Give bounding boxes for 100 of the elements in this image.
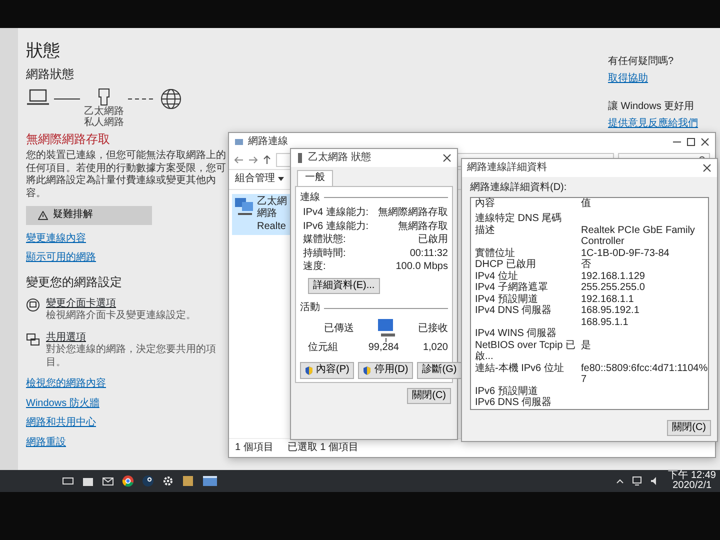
field-value: 無網路存取 [398, 220, 448, 233]
property-cell-text: IPv4 DNS 伺服器 [474, 305, 553, 316]
dialog-button[interactable]: 診斷(G) [417, 362, 462, 378]
property-cell-text: 實體位址 [474, 248, 516, 259]
settings-link[interactable]: 顯示可用的網路 [26, 252, 230, 265]
close-button[interactable]: 關閉(C) [407, 388, 451, 404]
bytes-label: 位元組 [308, 342, 338, 354]
section-title: 網路狀態 [26, 67, 75, 82]
item-label: 乙太網 [257, 196, 287, 208]
back-icon[interactable] [234, 155, 244, 165]
settings-link[interactable]: 網路和共用中心 [26, 417, 230, 430]
details-button[interactable]: 詳細資料(E)... [308, 278, 380, 294]
network-profile-label: 私人網路 [84, 117, 124, 128]
property-cell-text: IPv4 WINS 伺服器 [474, 328, 558, 340]
clock-time[interactable]: 下午 12:49 [668, 471, 716, 481]
network-folder-icon [234, 137, 244, 147]
property-cell-text: DHCP 已啟用 [474, 259, 537, 270]
close-icon[interactable] [702, 163, 712, 173]
settings-link[interactable]: 變更連線內容 [26, 232, 230, 246]
received-label: 已接收 [418, 323, 448, 336]
value-cell-text: 192.168.1.129 [581, 270, 646, 282]
organize-menu[interactable]: 組合管理 [235, 173, 284, 186]
adapter-label: 乙太網路 [84, 106, 124, 118]
dialog-title: 乙太網路 狀態 [308, 152, 372, 164]
option-description: 檢視網路介面卡及變更連線設定。 [46, 310, 196, 323]
tray-caret-icon[interactable] [616, 478, 624, 484]
item-label: 網路 [257, 208, 278, 220]
network-icon[interactable] [632, 476, 642, 486]
property-cell-text: IPv4 位址 [474, 270, 519, 282]
item-label: Realte [257, 220, 287, 233]
property-cell-text: 連結-本機 IPv6 位址 [474, 362, 565, 376]
status-text: 1 個項目 [235, 442, 274, 454]
property-cell-text: 描述 [474, 224, 496, 238]
settings-link[interactable]: 檢視您的網路內容 [26, 378, 230, 391]
shield-icon [363, 366, 372, 375]
value-cell-text: 192.168.1.1 [581, 294, 635, 305]
maximize-icon[interactable] [686, 137, 696, 147]
group-label: 活動 [300, 302, 320, 314]
feedback-heading: 讓 Windows 更好用 [608, 101, 696, 114]
shield-icon [305, 366, 313, 375]
field-value: 已啟用 [418, 234, 448, 246]
help-link[interactable]: 取得協助 [608, 72, 720, 85]
caret-icon [278, 177, 284, 182]
forward-icon[interactable] [248, 155, 258, 165]
close-icon[interactable] [442, 153, 452, 163]
value-cell-text: 168.95.1.1 [581, 316, 630, 328]
list-label: 網路連線詳細資料(D): [470, 182, 568, 194]
feedback-link[interactable]: 提供意見反應給我們 [608, 118, 720, 130]
property-cell-text: IPv4 預設閘道 [474, 294, 539, 305]
field-value: 無網際網路存取 [378, 207, 448, 220]
network-cable-icon [296, 153, 304, 163]
up-icon[interactable] [262, 155, 272, 165]
tab[interactable]: 一般 [297, 170, 333, 186]
dialog-button[interactable]: 停用(D) [358, 362, 414, 378]
close-button[interactable]: 關閉(C) [667, 420, 711, 436]
mail-icon[interactable] [102, 475, 114, 487]
column-header: 值 [581, 198, 592, 209]
section-heading: 變更您的網路設定 [26, 274, 123, 290]
option-link[interactable]: 變更介面卡選項 [46, 298, 196, 310]
field-value: 100.0 Mbps [396, 261, 448, 274]
dialog-button[interactable]: 內容(P) [300, 362, 354, 378]
property-cell-text: 連線特定 DNS 尾碼 [474, 213, 563, 224]
globe-icon [160, 88, 182, 110]
option-description: 對於您連線的網路，決定您要共用的項目。 [46, 344, 217, 370]
column-header: 內容 [474, 198, 496, 209]
app-window-icon[interactable] [202, 475, 218, 487]
sharing-icon [26, 332, 40, 346]
troubleshoot-button[interactable]: 疑難排解 [26, 206, 152, 225]
value-cell-text: 否 [581, 259, 592, 270]
adapter-icon [26, 298, 40, 312]
settings-link[interactable]: 網路重設 [26, 436, 230, 450]
field-label: 速度: [303, 261, 326, 274]
network-computers-icon [234, 196, 254, 216]
group-label: 連線 [300, 192, 320, 204]
alert-title: 無網際網路存取 [26, 132, 111, 148]
dialog-title: 網路連線詳細資料 [467, 162, 548, 174]
sent-label: 已傳送 [324, 323, 354, 336]
option-link[interactable]: 共用選項 [46, 332, 230, 344]
bytes-received: 1,020 [422, 342, 448, 354]
close-icon[interactable] [700, 137, 710, 147]
property-cell-text: NetBIOS over Tcpip 已啟... [474, 340, 576, 362]
property-cell-text: IPv4 子網路遮罩 [474, 282, 549, 294]
browser-icon[interactable] [122, 475, 134, 487]
value-cell-text: 是 [581, 340, 592, 352]
field-label: 持續時間: [303, 248, 346, 260]
task-view-icon[interactable] [62, 475, 74, 487]
status-text: 已選取 1 個項目 [287, 442, 358, 454]
warning-icon [38, 211, 48, 220]
property-cell-text: IPv6 DNS 伺服器 [474, 397, 553, 408]
settings-link[interactable]: Windows 防火牆 [26, 398, 230, 410]
value-cell-text: 168.95.192.1 [581, 305, 640, 316]
value-cell-text: 1C-1B-0D-9F-73-84 [581, 248, 670, 259]
laptop-icon [26, 88, 50, 106]
clock-date[interactable]: 2020/2/1 [668, 481, 716, 491]
gear-icon[interactable] [162, 475, 174, 487]
connection-line [54, 98, 80, 100]
page-title: 狀態 [26, 40, 61, 62]
value-cell-text: 255.255.255.0 [581, 282, 646, 294]
help-question: 有任何疑問嗎? [608, 56, 675, 68]
window-title: 網路連線 [248, 136, 289, 148]
